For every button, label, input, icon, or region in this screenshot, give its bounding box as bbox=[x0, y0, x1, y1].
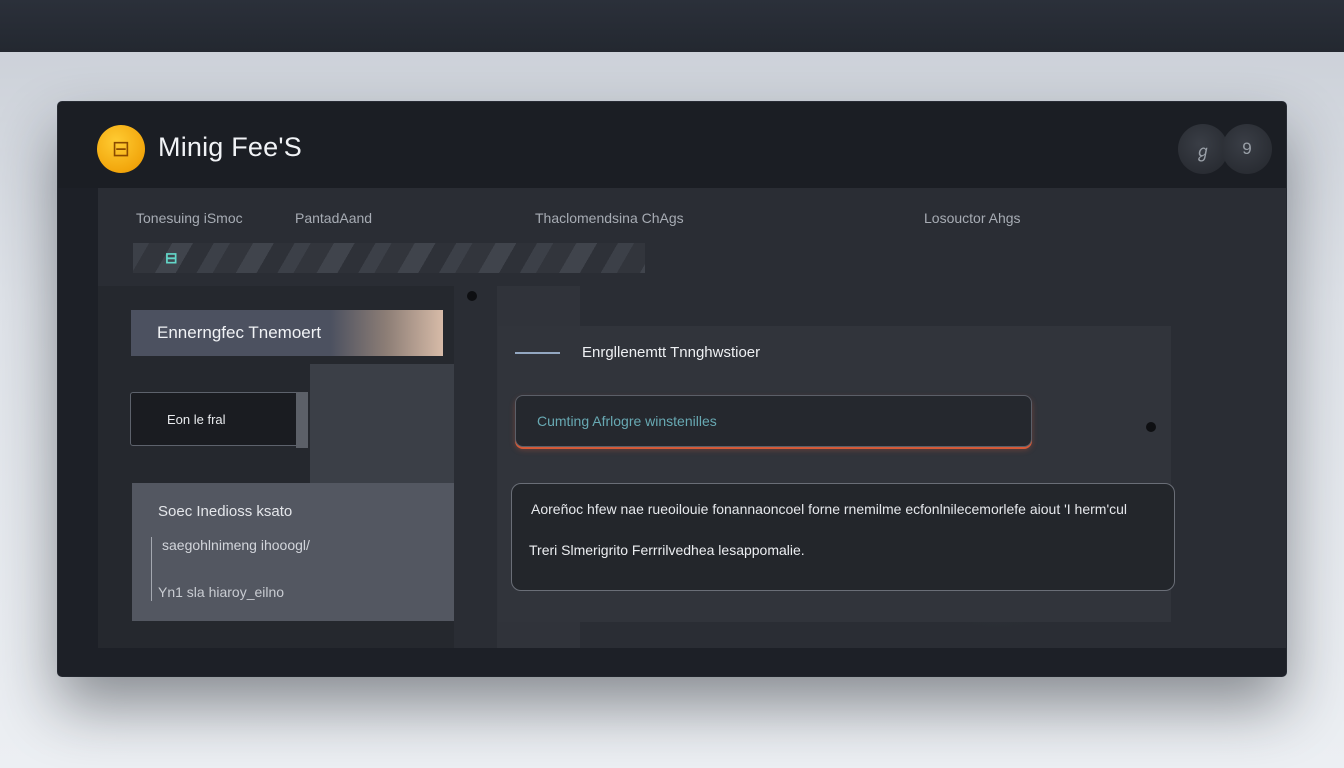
search-input[interactable]: Cumting Afrlogre winstenilles bbox=[515, 395, 1032, 447]
top-bar bbox=[0, 0, 1344, 52]
placeholder-block bbox=[310, 364, 454, 484]
column-header-2[interactable]: PantadAand bbox=[295, 210, 372, 226]
indicator-dot bbox=[467, 291, 477, 301]
tab-icon[interactable]: ⊟ bbox=[165, 249, 178, 267]
window-controls: ℊ 9 bbox=[1178, 124, 1274, 178]
textarea-line-1: Aoreñoc hfew nae rueoilouie fonannaoncoe… bbox=[531, 501, 1128, 517]
header: ⊟ Minig Fee'S ℊ 9 bbox=[58, 102, 1286, 188]
app-window: ⊟ Minig Fee'S ℊ 9 Tonesuing iSmoc Pantad… bbox=[58, 102, 1286, 676]
card-subtitle: saegohlnimeng ihooogl/ bbox=[162, 537, 310, 553]
card-divider bbox=[151, 537, 152, 601]
right-panel: Enrgllenemtt Tnnghwstioer Cumting Afrlog… bbox=[498, 326, 1175, 622]
app-title: Minig Fee'S bbox=[158, 132, 302, 162]
title-accent-line bbox=[515, 352, 560, 354]
column-header-4[interactable]: Losouctor Ahgs bbox=[924, 210, 1021, 226]
filter-bar[interactable]: ⊟ bbox=[133, 243, 645, 273]
card-title: Soec Inedioss ksato bbox=[158, 503, 293, 520]
settings-icon[interactable]: 9 bbox=[1222, 124, 1272, 174]
right-panel-title: Enrgllenemtt Tnnghwstioer bbox=[582, 344, 761, 361]
select-dropdown[interactable]: Eon le fral bbox=[130, 392, 308, 446]
column-header-1[interactable]: Tonesuing iSmoc bbox=[136, 210, 243, 226]
coin-icon: ⊟ bbox=[97, 125, 145, 173]
card-footer: Yn1 sla hiaroy_eilno bbox=[158, 584, 285, 600]
primary-button[interactable]: Ennerngfec Tnemoert bbox=[131, 310, 443, 356]
textarea-line-2: Treri Slmerigrito Ferrrilvedhea lesappom… bbox=[529, 542, 805, 558]
column-header-3[interactable]: Thaclomendsina ChAgs bbox=[535, 210, 684, 226]
info-card: Soec Inedioss ksato saegohlnimeng ihooog… bbox=[132, 483, 454, 621]
user-icon[interactable]: ℊ bbox=[1178, 124, 1228, 174]
input-status-dot bbox=[1146, 422, 1156, 432]
description-textarea[interactable]: Aoreñoc hfew nae rueoilouie fonannaoncoe… bbox=[511, 483, 1175, 591]
select-edge bbox=[296, 392, 308, 448]
